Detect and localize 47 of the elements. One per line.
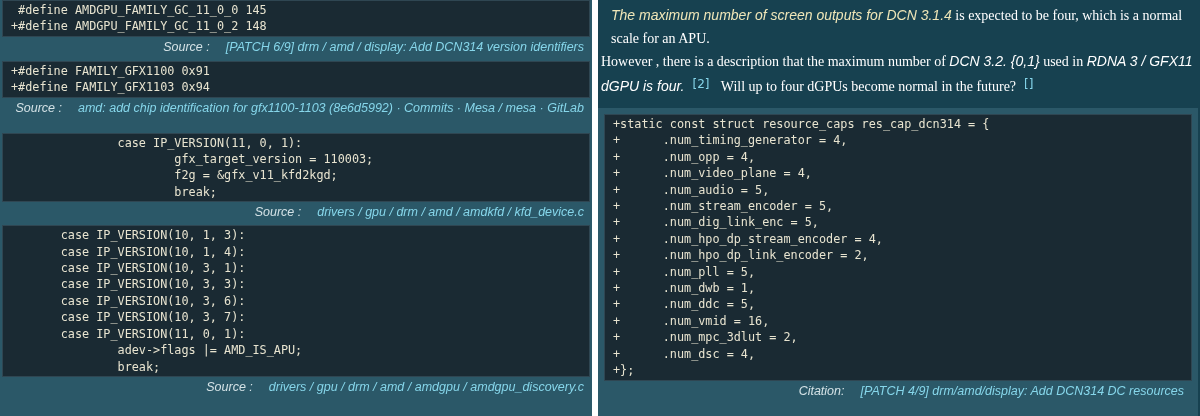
source-label: Source : <box>163 38 210 56</box>
source-label: Source : <box>254 204 302 222</box>
paragraph: However , there is a description that the maximum number of DCN 3.2. {0,1} used in RDNA 3 / GFX11 dGPU is four. $^{[2]}$ Will up to four dGPUs become normal in the future? $^{[]}$ <box>601 52 1194 96</box>
code-line: #define AMDGPU_FAMILY_GC_11_0_0 145 <box>17 2 268 19</box>
code-line: + .num_pll = 5, <box>613 263 757 281</box>
code-line: + .num_stream_encoder = 5, <box>613 198 835 215</box>
source-link[interactable]: drivers / gpu / drm / amd / amdgpu / amdgpu_discovery.c <box>268 378 584 397</box>
code-line: + .num_opp = 4, <box>613 148 757 166</box>
code-line: break; <box>116 358 162 375</box>
code-line: case IP_VERSION(10, 3, 6): <box>59 292 247 310</box>
code-line: case IP_VERSION(10, 1, 4): <box>59 243 247 261</box>
source-label: Source : <box>206 379 253 397</box>
footnote-link[interactable]: [2] <box>692 77 710 91</box>
code-line: + .num_dig_link_enc = 5, <box>613 214 820 231</box>
code-line: +static const struct resource_caps res_cap_dcn314 = { <box>613 116 991 133</box>
code-line: + .num_audio = 5, <box>613 181 771 199</box>
code-line: +#define FAMILY_GFX1103 0x94 <box>11 79 211 96</box>
code-line: + .num_hpo_dp_link_encoder = 2, <box>613 247 870 264</box>
code-line: + .num_vmid = 16, <box>613 312 771 330</box>
code-line: case IP_VERSION(10, 3, 3): <box>59 276 247 293</box>
source-label: Citation: <box>798 382 845 400</box>
footnote-link[interactable]: [] <box>1024 77 1034 91</box>
code-line: + .num_dsc = 4, <box>613 345 757 363</box>
code-line: + .num_video_plane = 4, <box>613 165 813 182</box>
source-label: Source : <box>15 99 62 117</box>
code-line: + .num_hpo_dp_stream_encoder = 4, <box>613 230 884 248</box>
code-line: + .num_ddc = 5, <box>613 296 757 313</box>
code-line: gfx_target_version = 110003; <box>173 151 375 168</box>
code-line: break; <box>173 183 218 201</box>
code-line: case IP_VERSION(10, 3, 7): <box>59 309 247 326</box>
code-line: + .num_timing_generator = 4, <box>613 132 849 149</box>
code-line: +#define AMDGPU_FAMILY_GC_11_0_2 148 <box>11 18 268 35</box>
code-line: +#define FAMILY_GFX1100 0x91 <box>11 62 211 80</box>
source-link[interactable]: [PATCH 4/9] drm/amd/display: Add DCN314 DC resources <box>860 381 1184 401</box>
code-line: case IP_VERSION(11, 0, 1): <box>116 134 304 152</box>
code-line: +}; <box>613 362 636 379</box>
paragraph: The maximum number of screen outputs for DCN 3.1.4 is expected to be four, which is a normal scale for an APU. <box>610 6 1184 48</box>
code-line: adev->flags |= AMD_IS_APU; <box>116 342 304 359</box>
code-line: case IP_VERSION(10, 3, 1): <box>59 260 247 277</box>
code-line: case IP_VERSION(10, 1, 3): <box>59 227 247 244</box>
code-line: + .num_dwb = 1, <box>613 280 757 297</box>
code-line: f2g = &gfx_v11_kfd2kgd; <box>173 167 339 184</box>
source-link[interactable]: [PATCH 6/9] drm / amd / display: Add DCN314 version identifiers <box>225 37 584 57</box>
source-link[interactable]: amd: add chip identification for gfx1100-1103 (8e6d5992) · Commits · Mesa / mesa · GitLab <box>77 98 584 118</box>
code-line: case IP_VERSION(11, 0, 1): <box>59 325 247 343</box>
source-link[interactable]: drivers / gpu / drm / amd / amdkfd / kfd_device.c <box>317 203 584 223</box>
code-line: + .num_mpc_3dlut = 2, <box>613 329 799 346</box>
